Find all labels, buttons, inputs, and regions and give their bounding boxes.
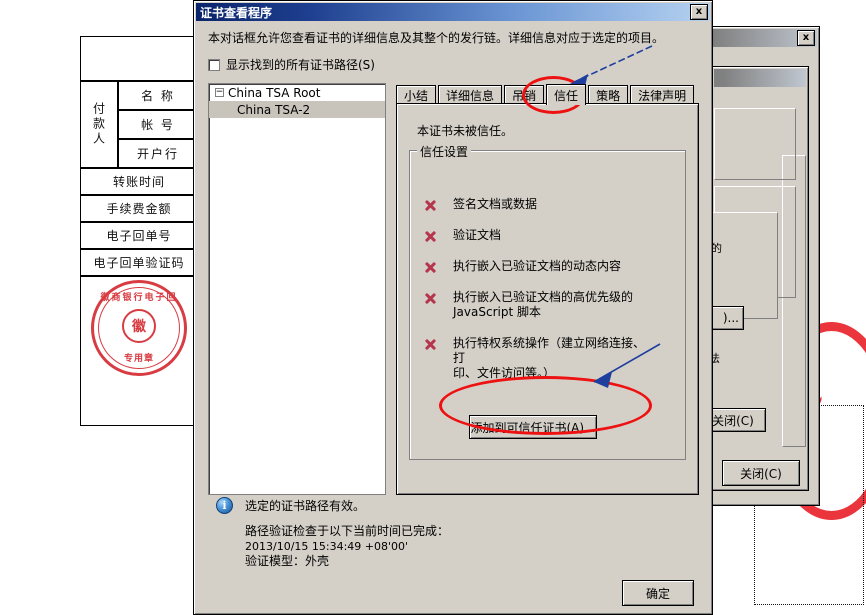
certificate-path-tree[interactable]: − China TSA Root China TSA-2 [208,83,386,495]
x-deny-icon [423,291,437,305]
x-deny-icon [423,260,437,274]
background-window-outer-titlebar[interactable]: x [703,29,817,47]
path-status-text: 选定的证书路径有效。 [245,499,366,513]
tab-trust[interactable]: 信任 [546,84,587,105]
permission-row-dynamic-content: 执行嵌入已验证文档的动态内容 [423,259,668,274]
tab-strip[interactable]: 小结 详细信息 吊销 信任 策略 法律声明 [396,83,699,105]
trust-status-text: 本证书未被信任。 [417,124,514,138]
path-validation-time: 2013/10/15 15:34:49 +08'00' [245,540,409,553]
receipt-payer-row: 帐 号 [119,109,197,138]
dialog-title: 证书查看程序 [200,5,273,20]
receipt-header-blank [81,37,197,82]
show-all-paths-label: 显示找到的所有证书路径(S) [226,58,375,72]
receipt-row: 电子回单验证码 [81,250,197,277]
x-deny-icon [423,337,437,351]
path-validation-heading: 路径验证检查于以下当前时间已完成： [245,524,450,538]
permission-label: 验证文档 [453,228,502,242]
ok-button-label: 确定 [645,586,670,601]
path-validation-model: 验证模型：外壳 [245,554,330,568]
ok-button[interactable]: 确定 [622,580,694,606]
tree-node-child[interactable]: China TSA-2 [209,101,385,118]
background-close-button-2-label: 关闭(C) [740,466,782,481]
seal-center-glyph: 徽 [122,309,156,344]
permission-label: 执行嵌入已验证文档的动态内容 [453,259,622,273]
permission-label: 执行嵌入已验证文档的高优先级的 JavaScript 脚本 [453,290,634,319]
permission-label: 执行特权系统操作（建立网络连接、打 印、文件访问等。） [453,336,646,380]
bank-receipt-document: 付款人 名 称 帐 号 开户行 转账时间 手续费金额 电子回单号 电子回单验证码… [80,36,198,426]
receipt-payer-block: 付款人 名 称 帐 号 开户行 [81,82,197,169]
receipt-payer-row: 名 称 [141,89,175,103]
background-close-button-2[interactable]: 关闭(C) [722,460,800,486]
dialog-description: 本对话框允许您查看证书的详细信息及其整个的发行链。详细信息对应于选定的项目。 [208,31,665,45]
certificate-viewer-dialog[interactable]: 证书查看程序 x 本对话框允许您查看证书的详细信息及其整个的发行链。详细信息对应… [193,0,713,615]
collapse-icon[interactable]: − [215,88,224,97]
seal-bottom-text: 专用章 [123,354,154,364]
trust-settings-group-label: 信任设置 [417,143,472,160]
receipt-payer-row: 开户行 [119,138,197,167]
tab-policies[interactable]: 策略 [588,85,629,104]
bank-seal-stamp: 徽商银行电子回 徽 专用章 [91,280,187,376]
tab-legal-notice[interactable]: 法律声明 [630,85,695,104]
show-all-paths-checkbox[interactable] [208,58,220,71]
tree-node-root[interactable]: − China TSA Root [209,84,385,101]
dialog-titlebar[interactable]: 证书查看程序 x [196,3,710,21]
receipt-stamp-cell: 徽商银行电子回 徽 专用章 [81,277,197,379]
background-close-button-1-label: 关闭(C) [712,413,754,428]
x-deny-icon [423,229,437,243]
permission-label: 签名文档或数据 [453,197,538,211]
x-deny-icon [423,198,437,212]
tab-summary[interactable]: 小结 [396,85,437,104]
receipt-row: 手续费金额 [81,196,197,223]
close-icon[interactable]: x [690,4,708,20]
permission-row-sign: 签名文档或数据 [423,197,668,212]
add-to-trusted-certificates-button[interactable]: 添加到可信任证书(A)... [469,415,597,439]
seal-arc-text: 徽商银行电子回 [100,293,178,303]
tree-node-child-label: China TSA-2 [237,102,311,117]
show-all-paths-checkbox-row[interactable]: 显示找到的所有证书路径(S) [208,56,375,73]
receipt-row: 转账时间 [81,169,197,196]
permission-row-privileged-ops: 执行特权系统操作（建立网络连接、打 印、文件访问等。） [423,336,653,381]
info-icon: i [216,497,233,514]
receipt-row: 电子回单号 [81,223,197,250]
background-window-inner-titlebar[interactable] [714,69,806,87]
receipt-payer-label: 付款人 [81,82,119,167]
background-panel-nested [711,212,778,319]
add-to-trusted-certificates-label: 添加到可信任证书(A)... [470,420,596,435]
tab-page-trust: 本证书未被信任。 信任设置 签名文档或数据 验证文档 执行嵌入已验证文档的动态内… [396,103,699,495]
tree-node-root-label: China TSA Root [228,85,321,100]
background-panel-top [714,108,796,180]
permission-row-certify: 验证文档 [423,228,668,243]
close-icon[interactable]: x [797,30,815,46]
tab-details[interactable]: 详细信息 [438,85,503,104]
tab-revocation[interactable]: 吊销 [504,85,545,104]
permission-row-javascript: 执行嵌入已验证文档的高优先级的 JavaScript 脚本 [423,290,653,320]
